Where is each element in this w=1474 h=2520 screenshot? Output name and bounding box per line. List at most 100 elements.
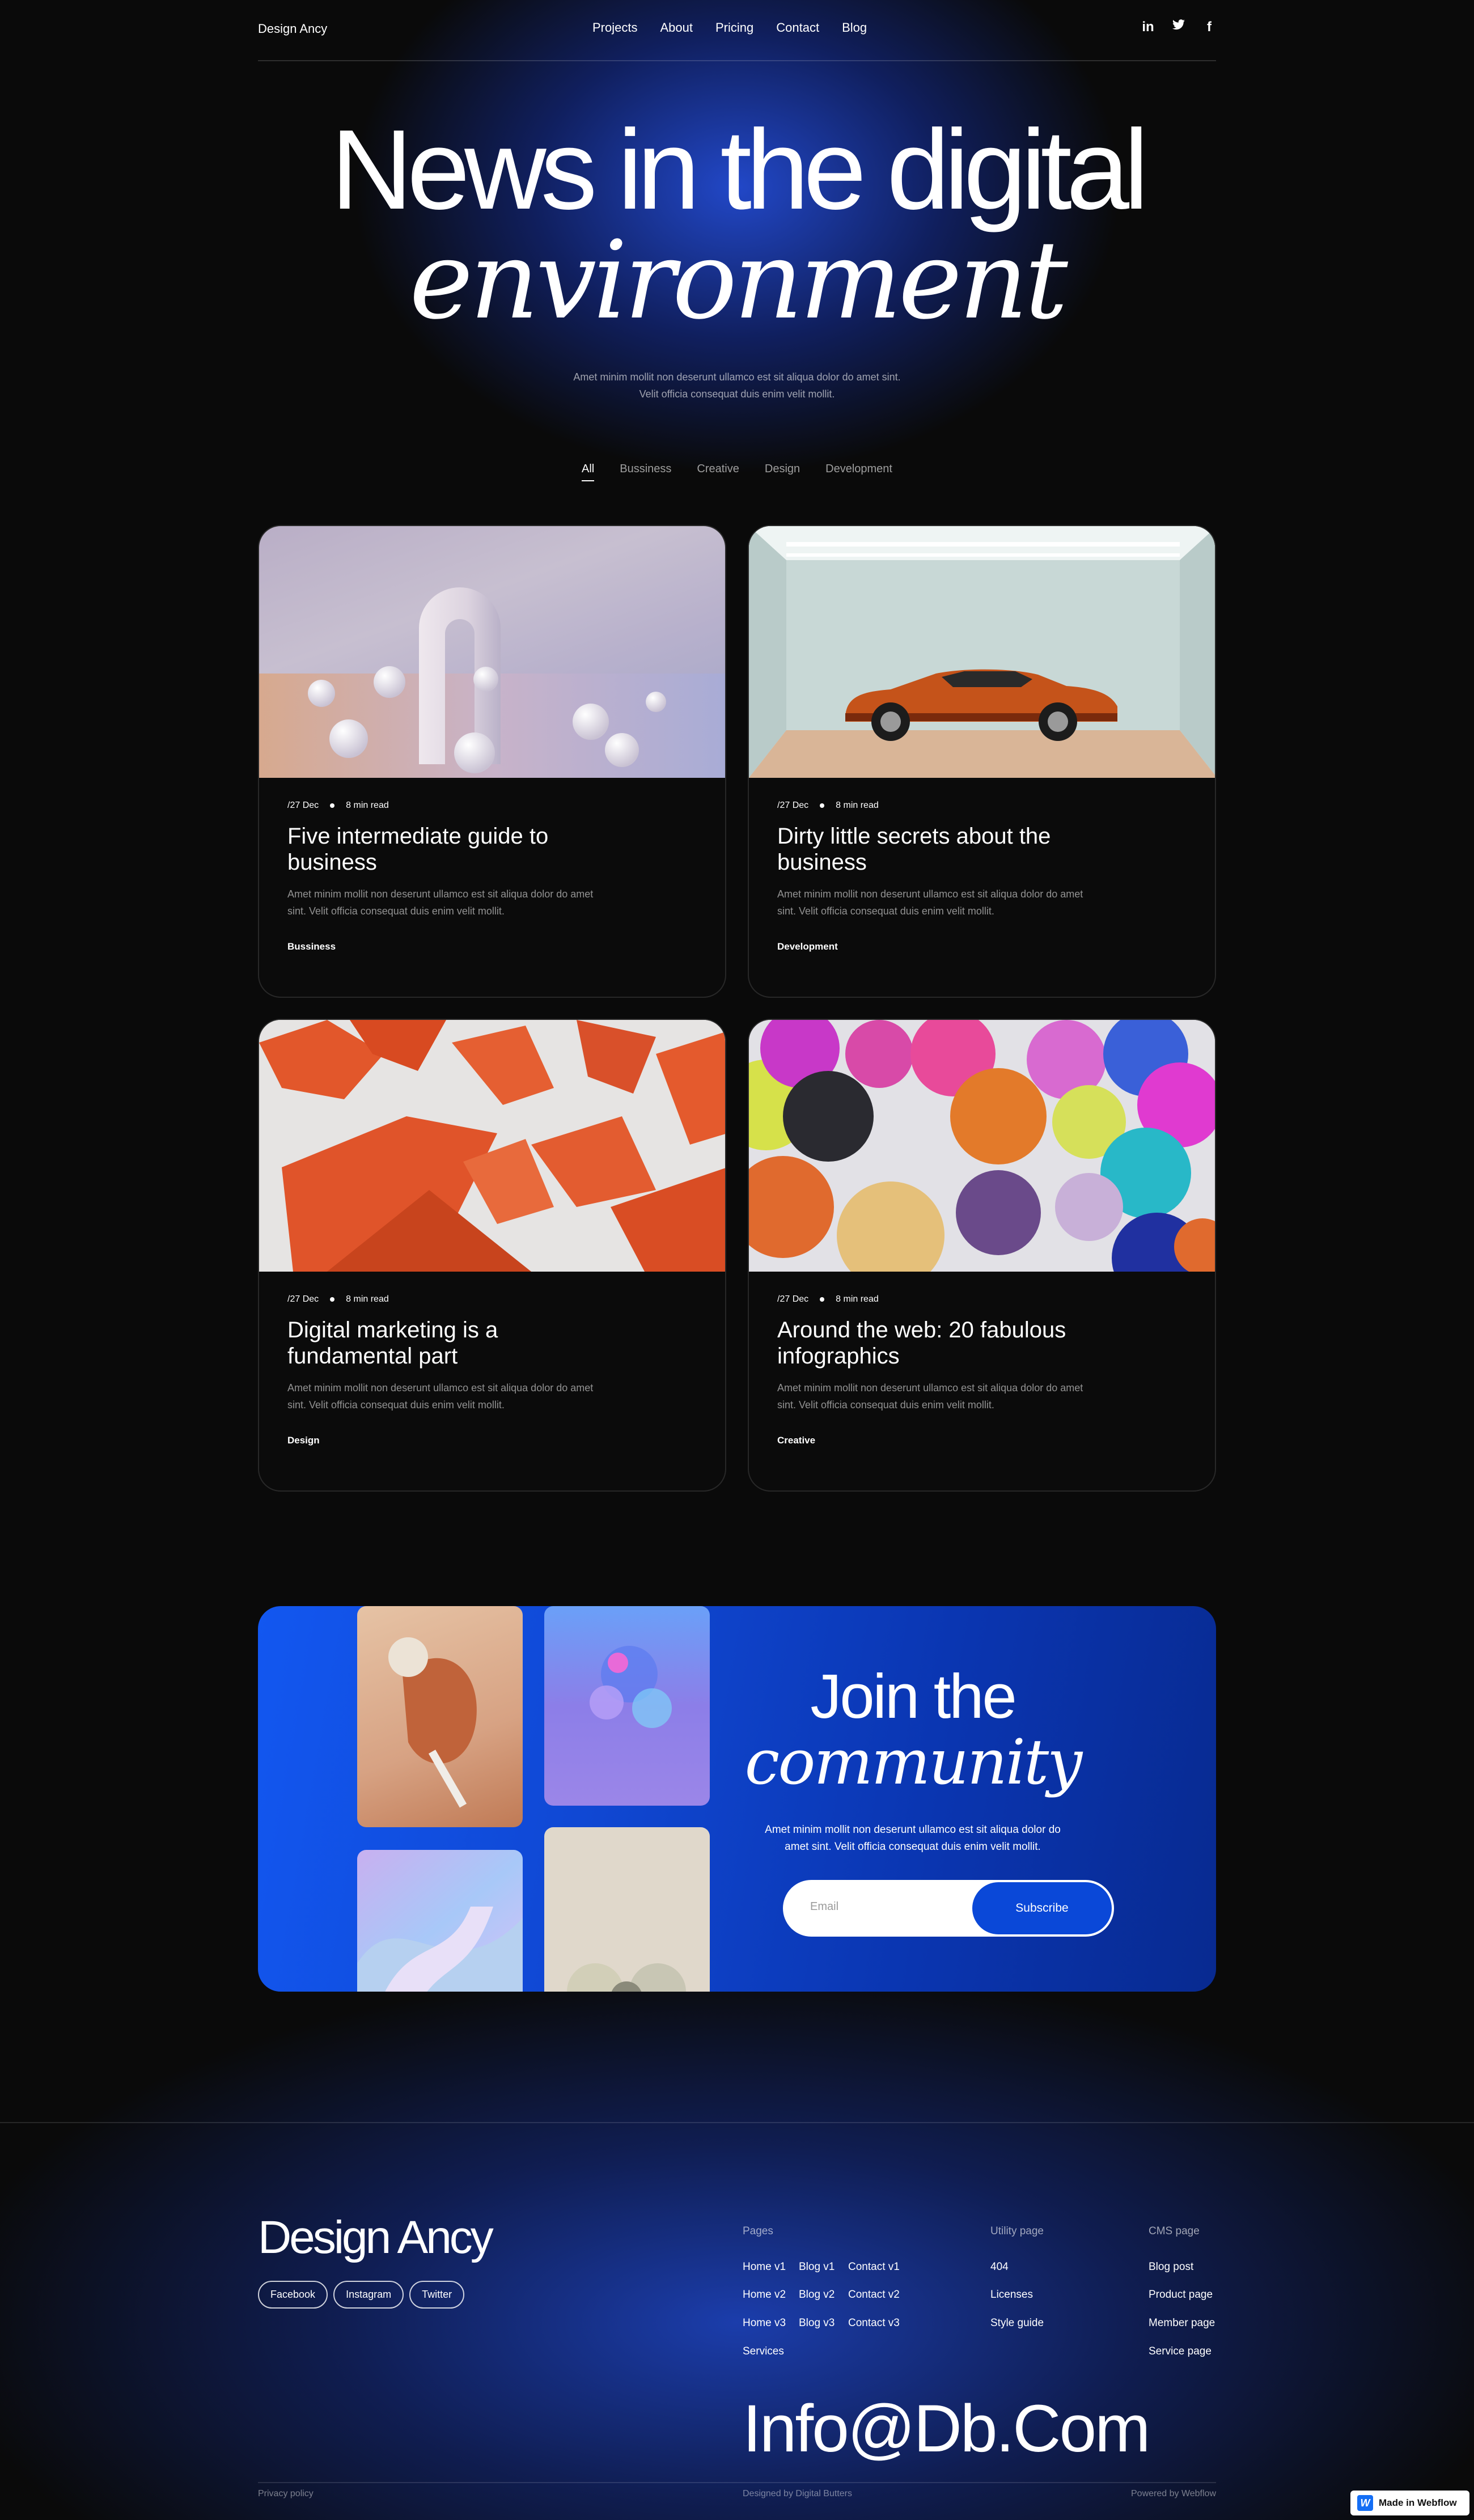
footer-link-services[interactable]: Services (743, 2345, 784, 2358)
card-read-time: 8 min read (836, 801, 879, 810)
card-date: /27 Dec (287, 801, 319, 810)
dot-separator (820, 1297, 825, 1302)
footer-link-product-page[interactable]: Product page (1149, 2289, 1213, 2301)
community-subtitle: Amet minim mollit non deserunt ullamco e… (765, 1824, 1061, 1853)
filter-tab-bussiness[interactable]: Bussiness (620, 463, 671, 476)
linkedin-icon[interactable]: in (1141, 19, 1155, 36)
footer-link-service-page[interactable]: Service page (1149, 2345, 1212, 2358)
footer-link-member-page[interactable]: Member page (1149, 2317, 1215, 2330)
card-meta: /27 Dec 8 min read (287, 1294, 605, 1305)
twitter-icon[interactable] (1172, 19, 1185, 36)
nav-link-projects[interactable]: Projects (592, 20, 637, 35)
card-body: /27 Dec 8 min read Digital marketing is … (287, 1294, 605, 1446)
card-meta: /27 Dec 8 min read (777, 801, 1095, 811)
nav-link-contact[interactable]: Contact (776, 20, 819, 35)
badge-label: Made in Webflow (1379, 2497, 1457, 2508)
card-read-time: 8 min read (346, 1294, 389, 1304)
card-body: /27 Dec 8 min read Dirty little secrets … (777, 801, 1095, 952)
social-icons: in f (1141, 19, 1216, 36)
footer-brand-logo[interactable]: Design Ancy (258, 2211, 494, 2264)
hero-title-line2: environment (409, 218, 1068, 343)
category-filter-tabs: All Bussiness Creative Design Developmen… (567, 463, 907, 481)
community-title-line1: Join the (810, 1662, 1016, 1731)
powered-by-credit[interactable]: Powered by Webflow (1131, 2489, 1216, 2499)
blog-card[interactable]: /27 Dec 8 min read Five intermediate gui… (258, 525, 726, 998)
facebook-pill[interactable]: Facebook (258, 2281, 328, 2309)
bottom-divider (258, 2482, 1216, 2483)
footer-divider (0, 2122, 1474, 2123)
card-title[interactable]: Five intermediate guide to business (287, 823, 605, 875)
twitter-pill[interactable]: Twitter (409, 2281, 465, 2309)
filter-tab-development[interactable]: Development (825, 463, 892, 476)
webflow-logo-icon: W (1357, 2495, 1373, 2511)
cms-heading: CMS page (1149, 2225, 1200, 2237)
card-date: /27 Dec (287, 1294, 319, 1304)
designed-by-credit[interactable]: Designed by Digital Butters (743, 2489, 852, 2499)
made-in-webflow-badge[interactable]: W Made in Webflow (1350, 2491, 1469, 2515)
footer-link-home-v1[interactable]: Home v1 (743, 2261, 786, 2273)
facebook-icon[interactable]: f (1202, 19, 1216, 36)
footer-link-blog-v3[interactable]: Blog v3 (799, 2317, 835, 2330)
filter-tab-creative[interactable]: Creative (697, 463, 739, 476)
utility-heading: Utility page (990, 2225, 1044, 2237)
card-category-tag[interactable]: Development (777, 941, 1095, 952)
footer-background-glow (0, 1956, 1474, 2520)
nav-link-blog[interactable]: Blog (842, 20, 867, 35)
footer-link-blog-v1[interactable]: Blog v1 (799, 2261, 835, 2273)
card-title[interactable]: Digital marketing is a fundamental part (287, 1317, 605, 1369)
footer-link-contact-v1[interactable]: Contact v1 (848, 2261, 900, 2273)
join-community-section: Join the community Amet minim mollit non… (258, 1606, 1216, 1992)
footer-link-home-v2[interactable]: Home v2 (743, 2289, 786, 2301)
footer-link-404[interactable]: 404 (990, 2261, 1009, 2273)
footer-link-blog-post[interactable]: Blog post (1149, 2261, 1193, 2273)
footer-link-home-v3[interactable]: Home v3 (743, 2317, 786, 2330)
card-body: /27 Dec 8 min read Around the web: 20 fa… (777, 1294, 1095, 1446)
blog-card[interactable]: /27 Dec 8 min read Dirty little secrets … (748, 525, 1216, 998)
email-input[interactable]: Email (810, 1900, 838, 1913)
hero-subtitle: Amet minim mollit non deserunt ullamco e… (573, 371, 901, 400)
dot-separator (820, 803, 825, 808)
nav-links: Projects About Pricing Contact Blog (592, 20, 890, 35)
footer-link-contact-v2[interactable]: Contact v2 (848, 2289, 900, 2301)
community-image-bubbles (544, 1606, 710, 1806)
card-category-tag[interactable]: Design (287, 1435, 605, 1446)
top-navigation: Design Ancy Projects About Pricing Conta… (258, 0, 1216, 61)
card-description: Amet minim mollit non deserunt ullamco e… (287, 1382, 594, 1411)
brand-logo[interactable]: Design Ancy (258, 22, 327, 36)
privacy-policy-link[interactable]: Privacy policy (258, 2489, 314, 2499)
dot-separator (330, 1297, 335, 1302)
card-image-arch[interactable] (259, 526, 725, 778)
card-image-paper-boats[interactable] (259, 1020, 725, 1272)
subscribe-form: Email Subscribe (783, 1880, 1114, 1937)
footer-link-licenses[interactable]: Licenses (990, 2289, 1033, 2301)
blog-card[interactable]: /27 Dec 8 min read Around the web: 20 fa… (748, 1019, 1216, 1492)
contact-email-link[interactable]: Info@Db.Com (743, 2395, 1150, 2462)
card-image-car[interactable] (749, 526, 1215, 778)
card-title[interactable]: Around the web: 20 fabulous infographics (777, 1317, 1095, 1369)
nav-link-about[interactable]: About (660, 20, 693, 35)
nav-link-pricing[interactable]: Pricing (715, 20, 753, 35)
card-title[interactable]: Dirty little secrets about the business (777, 823, 1095, 875)
card-date: /27 Dec (777, 801, 809, 810)
subscribe-button[interactable]: Subscribe (972, 1882, 1112, 1934)
card-category-tag[interactable]: Bussiness (287, 941, 605, 952)
footer-link-contact-v3[interactable]: Contact v3 (848, 2317, 900, 2330)
card-image-colorful-spheres[interactable] (749, 1020, 1215, 1272)
instagram-pill[interactable]: Instagram (333, 2281, 404, 2309)
footer-social-pills: Facebook Instagram Twitter (258, 2281, 465, 2309)
card-meta: /27 Dec 8 min read (777, 1294, 1095, 1305)
blog-card[interactable]: /27 Dec 8 min read Digital marketing is … (258, 1019, 726, 1492)
page: Design Ancy Projects About Pricing Conta… (0, 0, 1474, 2520)
card-date: /27 Dec (777, 1294, 809, 1304)
card-description: Amet minim mollit non deserunt ullamco e… (777, 888, 1083, 917)
card-meta: /27 Dec 8 min read (287, 801, 605, 811)
card-category-tag[interactable]: Creative (777, 1435, 1095, 1446)
filter-tab-design[interactable]: Design (765, 463, 800, 476)
community-image-sculpture (357, 1606, 523, 1827)
footer-link-blog-v2[interactable]: Blog v2 (799, 2289, 835, 2301)
card-read-time: 8 min read (346, 801, 389, 810)
filter-tab-all[interactable]: All (582, 463, 595, 481)
community-title-line2: community (744, 1726, 1083, 1798)
community-image-orbs (544, 1827, 710, 1992)
footer-link-style-guide[interactable]: Style guide (990, 2317, 1044, 2330)
